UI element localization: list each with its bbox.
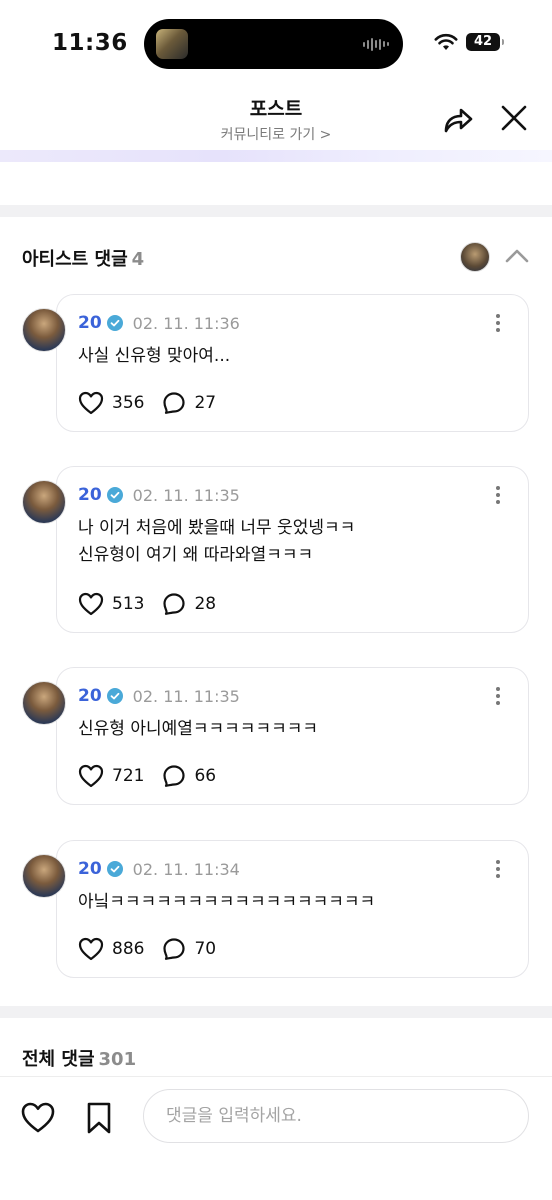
more-vertical-icon[interactable] [494,313,502,333]
like-button[interactable]: 513 [78,592,144,616]
comment-card[interactable]: 20 02. 11. 11:34 아닠ㅋㅋㅋㅋㅋㅋㅋㅋㅋㅋㅋㅋㅋㅋㅋㅋㅋ 886 [56,840,529,978]
comment-meta: 20 02. 11. 11:35 [78,485,240,505]
chevron-up-icon[interactable] [503,244,531,268]
content-divider-gradient [0,150,552,162]
avatar[interactable] [22,854,66,898]
reply-count: 70 [194,939,217,959]
post-header: 포스트 커뮤니티로 가기 > [0,84,552,154]
artist-avatar[interactable] [460,242,490,272]
status-bar: 11:36 42 [0,0,552,84]
all-comments-title: 전체 댓글 301 [22,1045,136,1071]
artist-comments-title: 아티스트 댓글 4 [22,245,144,271]
like-count: 721 [112,766,145,786]
comment-meta: 20 02. 11. 11:34 [78,859,240,879]
bookmark-icon[interactable] [84,1101,114,1135]
speech-bubble-icon [163,392,186,414]
comment-time: 02. 11. 11:35 [132,686,240,706]
comment-actions: 356 27 [78,391,234,415]
verified-badge-icon [106,487,123,503]
now-playing-thumbnail [156,29,188,59]
more-vertical-icon[interactable] [494,485,502,505]
like-count: 356 [112,393,145,413]
status-time: 11:36 [52,30,128,56]
comment-author[interactable]: 20 [78,313,102,333]
post-screen: 11:36 42 포스트 커뮤니티로 가기 > 아티스트 댓글 4 20 02.… [0,0,552,1200]
comment-card[interactable]: 20 02. 11. 11:35 나 이거 처음에 봤을때 너무 웃었넹ㅋㅋ 신… [56,466,529,633]
reply-button[interactable]: 27 [162,391,216,415]
reply-button[interactable]: 28 [162,592,216,616]
reply-button[interactable]: 70 [162,937,216,961]
reply-count: 27 [194,393,217,413]
comment-text: 아닠ㅋㅋㅋㅋㅋㅋㅋㅋㅋㅋㅋㅋㅋㅋㅋㅋㅋ [78,892,376,912]
all-comments-label: 전체 댓글 [22,1049,95,1070]
section-separator [0,1006,552,1018]
close-icon[interactable] [496,102,532,136]
comment-text: 나 이거 처음에 봤을때 너무 웃었넹ㅋㅋ 신유형이 여기 왜 따라와열ㅋㅋㅋ [78,518,356,565]
avatar[interactable] [22,308,66,352]
heart-icon [78,592,104,616]
more-vertical-icon[interactable] [494,859,502,879]
avatar[interactable] [22,681,66,725]
comment-time: 02. 11. 11:35 [132,485,240,505]
artist-comments-count: 4 [131,249,145,270]
heart-icon [78,391,104,415]
artist-comment: 20 02. 11. 11:35 신유형 아니예열ㅋㅋㅋㅋㅋㅋㅋㅋ 721 66 [0,667,552,805]
more-vertical-icon[interactable] [494,686,502,706]
verified-badge-icon [106,688,123,704]
all-comments-count: 301 [98,1049,137,1070]
battery-indicator: 42 [466,33,504,51]
comment-actions: 513 28 [78,592,234,616]
artist-comment: 20 02. 11. 11:35 나 이거 처음에 봤을때 너무 웃었넹ㅋㅋ 신… [0,466,552,633]
comment-actions: 886 70 [78,937,234,961]
share-arrow-icon[interactable] [440,102,476,136]
comment-time: 02. 11. 11:36 [132,313,240,333]
artist-comments-label: 아티스트 댓글 [22,249,128,270]
comment-text: 신유형 아니예열ㅋㅋㅋㅋㅋㅋㅋㅋ [78,719,319,739]
comment-author[interactable]: 20 [78,485,102,505]
comment-meta: 20 02. 11. 11:35 [78,686,240,706]
speech-bubble-icon [163,593,186,615]
reply-count: 28 [194,594,217,614]
heart-icon [78,764,104,788]
status-indicators: 42 [434,33,504,51]
comment-meta: 20 02. 11. 11:36 [78,313,240,333]
reply-count: 66 [194,766,217,786]
dynamic-island[interactable] [144,19,403,69]
like-button[interactable]: 356 [78,391,144,415]
section-separator [0,205,552,217]
like-button[interactable]: 721 [78,764,144,788]
comment-author[interactable]: 20 [78,686,102,706]
like-count: 886 [112,939,145,959]
avatar[interactable] [22,480,66,524]
like-count: 513 [112,594,145,614]
comment-input[interactable] [143,1089,529,1143]
speech-bubble-icon [163,938,186,960]
comment-author[interactable]: 20 [78,859,102,879]
artist-comment: 20 02. 11. 11:36 사실 신유형 맞아여... 356 27 [0,294,552,432]
heart-icon [78,937,104,961]
wifi-icon [434,33,458,50]
comment-text: 사실 신유형 맞아여... [78,346,231,366]
bottom-action-bar [0,1076,552,1200]
heart-icon[interactable] [20,1101,56,1135]
artist-comment: 20 02. 11. 11:34 아닠ㅋㅋㅋㅋㅋㅋㅋㅋㅋㅋㅋㅋㅋㅋㅋㅋㅋ 886 [0,840,552,978]
verified-badge-icon [106,861,123,877]
audio-wave-icon [363,37,389,51]
speech-bubble-icon [163,765,186,787]
reply-button[interactable]: 66 [162,764,216,788]
comment-card[interactable]: 20 02. 11. 11:35 신유형 아니예열ㅋㅋㅋㅋㅋㅋㅋㅋ 721 66 [56,667,529,805]
comment-time: 02. 11. 11:34 [132,859,240,879]
verified-badge-icon [106,315,123,331]
comment-card[interactable]: 20 02. 11. 11:36 사실 신유형 맞아여... 356 27 [56,294,529,432]
comment-actions: 721 66 [78,764,234,788]
like-button[interactable]: 886 [78,937,144,961]
